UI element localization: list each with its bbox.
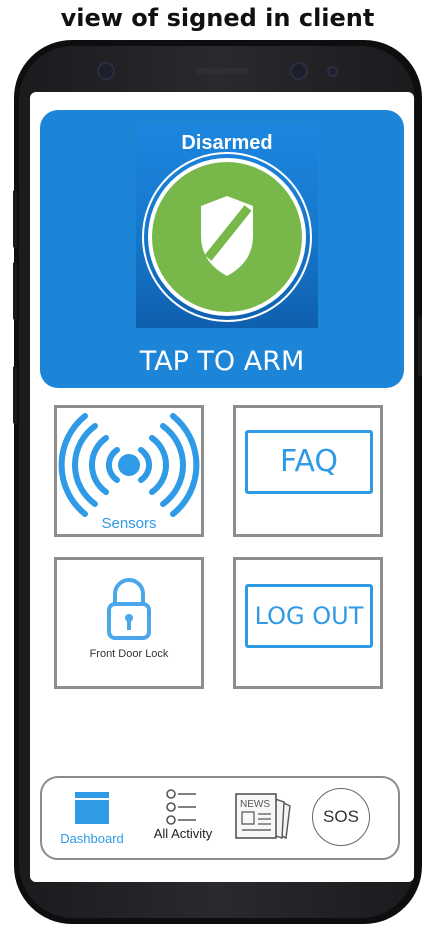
sensor-dot-icon <box>327 66 338 77</box>
bottom-nav: Dashboard All Activity NEWS SOS <box>40 776 400 860</box>
nav-sos[interactable]: SOS <box>308 778 382 858</box>
list-icon <box>166 789 196 825</box>
newspaper-icon: NEWS <box>235 793 291 840</box>
front-camera-icon <box>97 62 115 80</box>
phone-speaker <box>196 68 248 74</box>
sos-label: SOS <box>323 807 359 826</box>
arm-status-panel[interactable]: Disarmed TAP TO ARM <box>40 110 404 388</box>
nav-dashboard-label: Dashboard <box>60 831 124 846</box>
phone-side-button <box>13 262 17 320</box>
tap-to-arm-button[interactable]: TAP TO ARM <box>40 346 404 377</box>
faq-tile[interactable]: FAQ <box>233 405 383 537</box>
front-door-lock-label: Front Door Lock <box>89 648 169 660</box>
faq-button[interactable]: FAQ <box>245 430 373 494</box>
phone-side-button <box>13 366 17 424</box>
nav-news[interactable]: NEWS <box>230 778 302 858</box>
app-screen: Disarmed TAP TO ARM Sensors FAQ Front Do… <box>30 92 414 882</box>
front-camera-icon <box>290 62 308 80</box>
sensors-tile[interactable]: Sensors <box>54 405 204 537</box>
logout-button[interactable]: LOG OUT <box>245 584 373 648</box>
sos-button[interactable]: SOS <box>312 788 370 846</box>
front-door-lock-tile[interactable]: Front Door Lock <box>54 557 204 689</box>
dashboard-icon <box>75 792 109 824</box>
shield-icon <box>142 152 312 322</box>
page-caption: view of signed in client <box>60 4 375 32</box>
phone-side-button <box>13 190 17 248</box>
shield-status-button[interactable]: Disarmed <box>136 124 318 328</box>
sensor-signal-icon <box>58 413 200 517</box>
sensors-label: Sensors <box>101 515 157 532</box>
faq-label: FAQ <box>279 444 339 479</box>
nav-dashboard[interactable]: Dashboard <box>48 778 136 858</box>
padlock-icon <box>107 578 151 640</box>
nav-all-activity[interactable]: All Activity <box>138 778 228 858</box>
nav-all-activity-label: All Activity <box>153 826 213 841</box>
logout-tile[interactable]: LOG OUT <box>233 557 383 689</box>
logout-label: LOG OUT <box>254 602 364 630</box>
news-icon-text: NEWS <box>240 799 270 810</box>
phone-power-button <box>418 316 422 376</box>
